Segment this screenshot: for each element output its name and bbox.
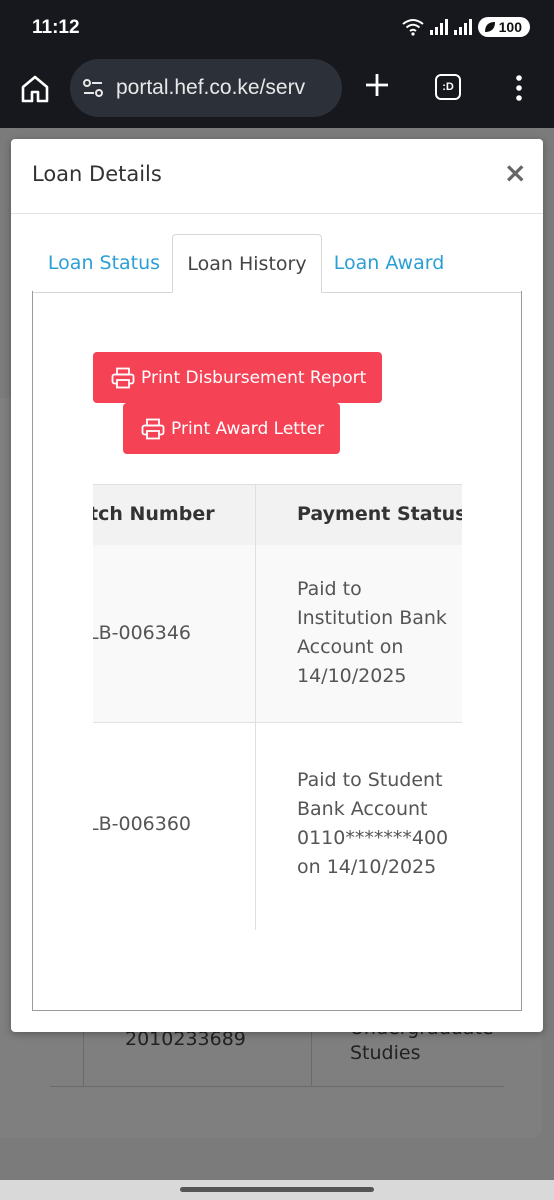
tab-loan-history[interactable]: Loan History [172,234,322,293]
column-divider [255,484,256,930]
tab-bar: Loan Status Loan History Loan Award [32,234,522,293]
more-menu-icon[interactable] [510,73,528,103]
payment-status-cell: Paid to Institution Bank Account on 14/1… [297,578,447,687]
url-bar[interactable]: portal.hef.co.ke/serv [70,59,342,117]
table-row: LB-006360 Paid to Student Bank Account 0… [93,723,462,930]
battery-leaf-icon [484,22,495,32]
wifi-icon [402,19,424,36]
loan-details-modal: Loan Details × Loan Status Loan History … [11,139,543,1032]
printer-icon [141,418,165,439]
loan-history-pane: Print Disbursement Report Print Award Le… [32,291,522,1011]
browser-toolbar: portal.hef.co.ke/serv :D [0,58,554,128]
tab-loan-award[interactable]: Loan Award [322,234,456,292]
modal-title: Loan Details [32,162,162,186]
battery-level: 100 [498,19,522,35]
header-batch-number: tch Number [93,503,215,525]
table-row: LB-006346 Paid to Institution Bank Accou… [93,545,462,723]
system-nav-bar [0,1180,554,1200]
printer-icon [111,367,135,388]
payment-status-cell: Paid to Student Bank Account 0110*******… [297,769,449,878]
loan-history-table[interactable]: tch Number Payment Status LB-006346 Paid… [93,484,462,930]
print-award-letter-button[interactable]: Print Award Letter [123,403,341,454]
site-settings-icon[interactable] [82,77,104,99]
home-icon[interactable] [20,74,50,104]
new-tab-icon[interactable] [362,70,392,100]
signal-1-icon [429,19,448,35]
status-icons: 100 [402,17,530,37]
tab-switcher-icon[interactable]: :D [435,74,461,100]
home-gesture-pill[interactable] [180,1187,374,1192]
signal-2-icon [453,19,472,35]
battery-indicator: 100 [477,17,530,37]
batch-number-cell: LB-006346 [93,622,192,644]
status-bar: 11:12 100 [0,0,554,58]
print-disbursement-button[interactable]: Print Disbursement Report [93,352,383,403]
url-text: portal.hef.co.ke/serv [116,76,306,99]
close-button[interactable]: × [504,159,527,187]
print-disbursement-label: Print Disbursement Report [141,367,367,388]
tab-loan-status[interactable]: Loan Status [32,234,176,292]
batch-number-cell: LB-006360 [93,813,192,835]
modal-header: Loan Details × [11,139,543,214]
status-time: 11:12 [32,17,80,38]
header-payment-status: Payment Status [297,503,462,525]
print-award-label: Print Award Letter [171,418,325,439]
table-header-row: tch Number Payment Status [93,484,462,546]
